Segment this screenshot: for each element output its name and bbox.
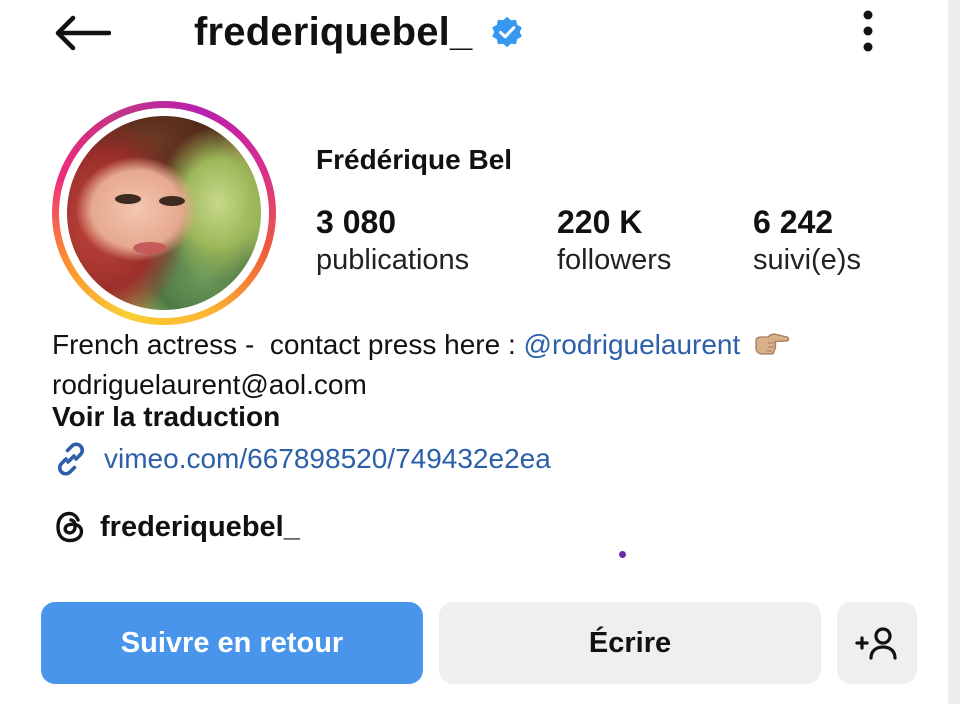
- stat-label: suivi(e)s: [753, 244, 861, 276]
- bio: French actress - contact press here : @r…: [52, 327, 932, 403]
- threads-badge[interactable]: frederiquebel_: [52, 508, 300, 546]
- stat-followers[interactable]: 220 K followers: [557, 203, 671, 279]
- follow-back-button[interactable]: Suivre en retour: [41, 602, 423, 684]
- pointing-hand-emoji: [754, 331, 790, 367]
- external-link[interactable]: vimeo.com/667898520/749432e2ea: [52, 440, 551, 478]
- stat-label: followers: [557, 244, 672, 276]
- add-user-icon: [855, 627, 897, 660]
- stat-value: 220 K: [557, 204, 643, 240]
- screen-edge: [948, 0, 960, 704]
- stat-value: 3 080: [316, 204, 397, 240]
- verified-badge-icon: [492, 16, 523, 48]
- bio-mention-link[interactable]: @rodriguelaurent: [524, 329, 741, 360]
- display-name: Frédérique Bel: [316, 144, 513, 175]
- more-options-button[interactable]: [848, 6, 888, 56]
- back-button[interactable]: [50, 8, 114, 58]
- threads-icon: [56, 511, 84, 543]
- threads-handle: frederiquebel_: [100, 510, 300, 543]
- message-button[interactable]: Écrire: [439, 602, 821, 684]
- avatar: [67, 116, 261, 310]
- profile-screen: frederiquebel_ Frédérique Bel 3 080 publ…: [0, 0, 948, 704]
- suggested-users-button[interactable]: [837, 602, 917, 684]
- see-translation-link[interactable]: Voir la traduction: [52, 401, 280, 433]
- indicator-dot: [619, 551, 626, 558]
- stat-value: 6 242: [753, 204, 834, 240]
- external-link-text: vimeo.com/667898520/749432e2ea: [104, 443, 551, 474]
- bio-text: French actress - contact press here :: [52, 329, 524, 360]
- stat-following[interactable]: 6 242 suivi(e)s: [753, 203, 861, 279]
- stat-label: publications: [316, 244, 470, 276]
- header-title: frederiquebel_: [194, 8, 524, 56]
- more-vertical-icon: [863, 10, 873, 52]
- arrow-left-icon: [55, 15, 111, 51]
- header-username: frederiquebel_: [194, 10, 473, 54]
- story-ring[interactable]: [52, 101, 276, 325]
- stat-publications[interactable]: 3 080 publications: [316, 203, 469, 279]
- bio-line: French actress - contact press here : @r…: [52, 327, 932, 367]
- bio-email: rodriguelaurent@aol.com: [52, 369, 367, 400]
- link-icon: [58, 442, 84, 476]
